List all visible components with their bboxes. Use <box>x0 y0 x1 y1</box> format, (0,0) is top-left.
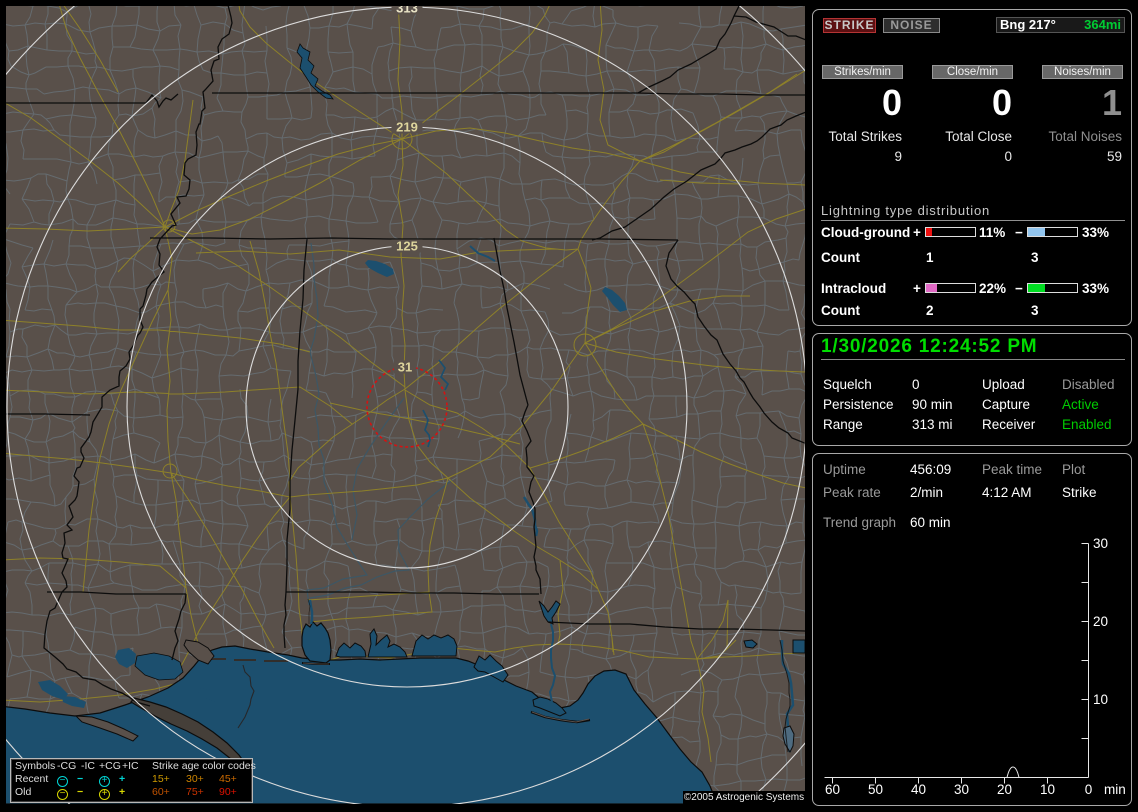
svg-text:min: min <box>1104 782 1126 797</box>
svg-text:125: 125 <box>396 239 418 254</box>
svg-text:40: 40 <box>911 782 926 797</box>
svg-text:20: 20 <box>997 782 1012 797</box>
svg-text:10: 10 <box>1093 692 1108 707</box>
svg-text:20: 20 <box>1093 614 1108 629</box>
svg-text:219: 219 <box>396 120 418 135</box>
svg-text:0: 0 <box>1085 782 1093 797</box>
svg-text:30: 30 <box>1093 536 1108 551</box>
svg-text:50: 50 <box>868 782 883 797</box>
svg-text:313: 313 <box>396 6 418 16</box>
svg-text:30: 30 <box>954 782 969 797</box>
svg-text:10: 10 <box>1040 782 1055 797</box>
svg-text:31: 31 <box>398 360 412 375</box>
svg-text:60: 60 <box>825 782 840 797</box>
